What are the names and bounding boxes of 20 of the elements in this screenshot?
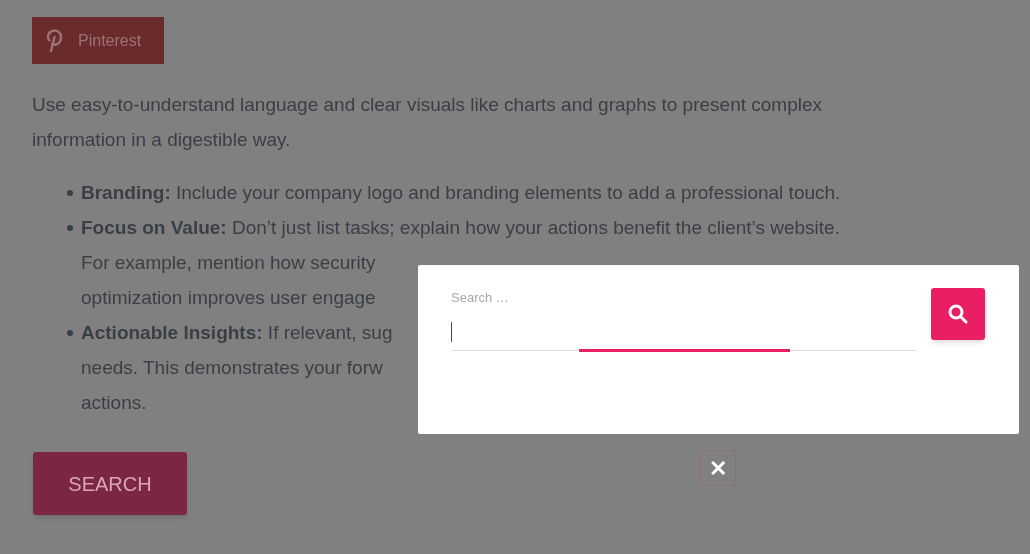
bullet-icon	[67, 330, 73, 336]
paragraph-line: information in a digestible way.	[32, 128, 291, 152]
search-icon	[947, 303, 969, 325]
bullet-icon	[67, 190, 73, 196]
list-item-line: optimization improves user engage	[81, 286, 376, 310]
text-cursor	[451, 321, 452, 342]
search-icon-button[interactable]	[931, 288, 985, 340]
list-item-line: needs. This demonstrates your forw	[81, 356, 383, 380]
list-item-line: Actionable Insights: If relevant, sug	[81, 321, 393, 345]
paragraph-line: Use easy-to-understand language and clear visuals like charts and graphs to present complex	[32, 93, 822, 117]
list-item-line: For example, mention how security	[81, 251, 376, 275]
search-button[interactable]: SEARCH	[33, 452, 187, 515]
field-label: Search …	[451, 289, 509, 307]
bullet-icon	[67, 225, 73, 231]
close-button[interactable]: ✕	[700, 450, 736, 486]
list-item-line: actions.	[81, 391, 147, 415]
pinterest-icon	[46, 28, 64, 53]
list-item-line: Focus on Value: Don’t just list tasks; explain how your actions benefit the client’s website.	[81, 216, 840, 240]
pinterest-button[interactable]: Pinterest	[32, 17, 164, 64]
list-item-line: Branding: Include your company logo and branding elements to add a professional touch.	[81, 181, 841, 205]
